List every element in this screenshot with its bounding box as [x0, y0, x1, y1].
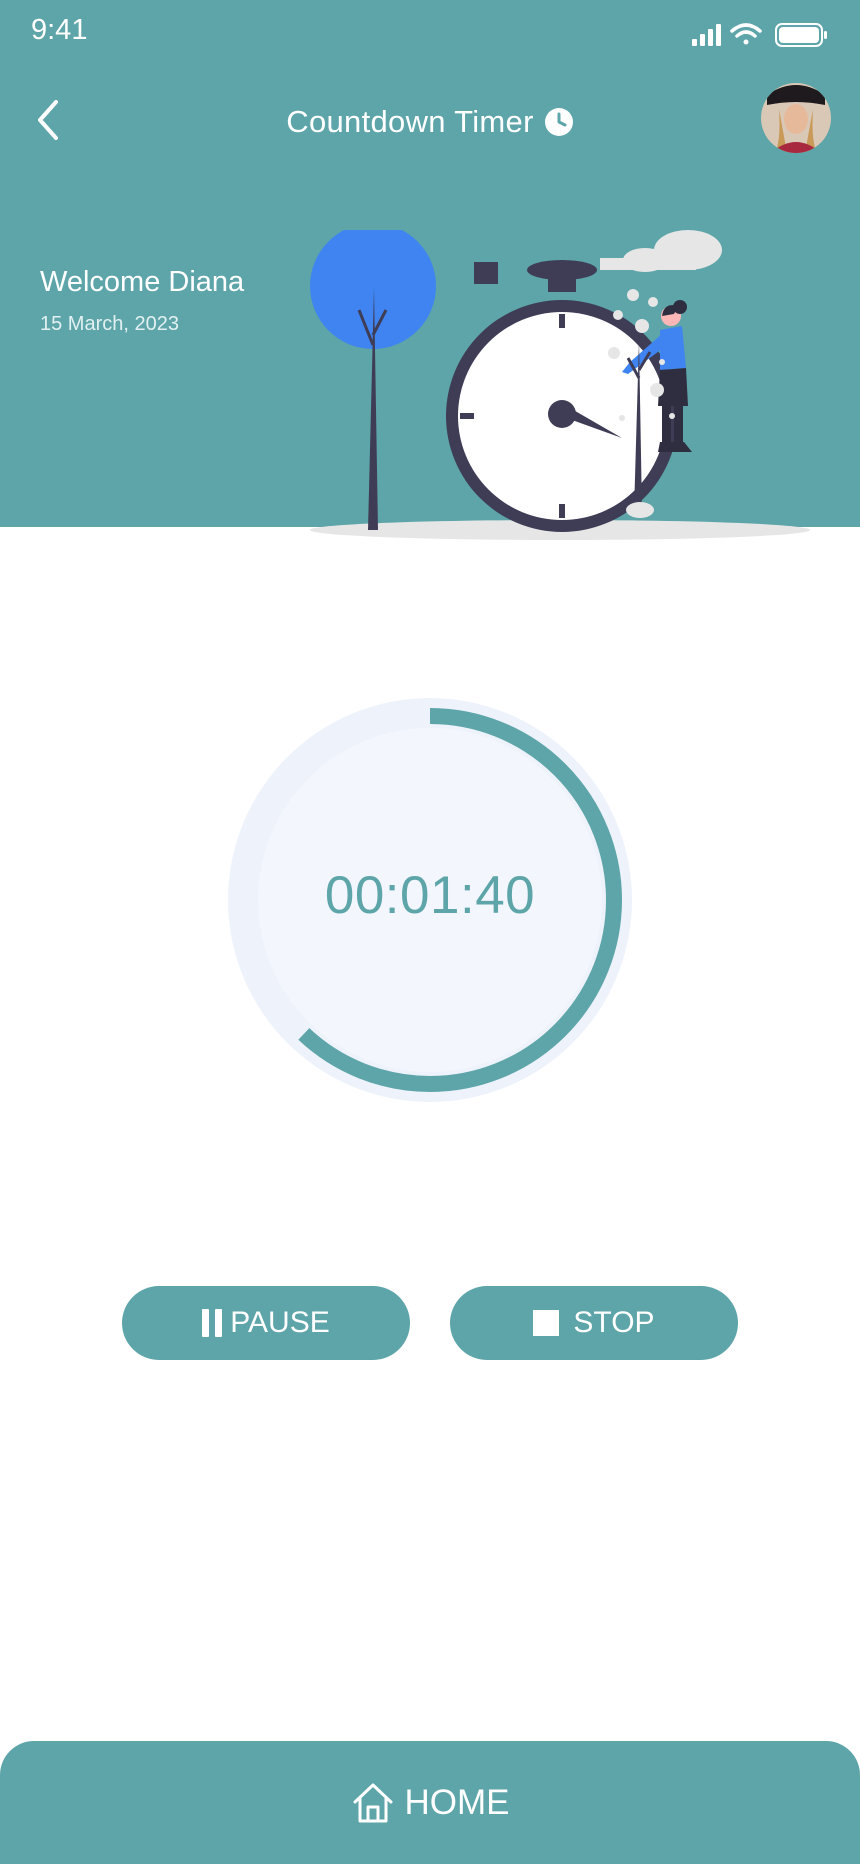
header: 9:41 Countdown Timer Welcome Diana 15 Ma…: [0, 0, 860, 540]
home-icon: [353, 1783, 392, 1822]
pause-icon: [202, 1309, 223, 1337]
timer-display: 00:01:40: [324, 866, 536, 925]
pause-button[interactable]: PAUSE: [122, 1286, 410, 1360]
stopwatch-illustration: [310, 230, 810, 540]
stop-label: STOP: [573, 1306, 655, 1339]
avatar[interactable]: [761, 83, 831, 153]
status-bar: 9:41: [0, 0, 860, 60]
home-label: HOME: [404, 1782, 510, 1822]
date-text: 15 March, 2023: [40, 313, 179, 335]
wifi-icon: [730, 23, 762, 45]
page-title: Countdown Timer: [286, 104, 534, 139]
tree-illustration: [310, 230, 436, 530]
battery-icon: [775, 23, 827, 47]
status-icons: [692, 23, 827, 47]
home-nav-button[interactable]: HOME: [0, 1741, 860, 1864]
stop-icon: [533, 1310, 560, 1336]
stopwatch-icon: [446, 260, 678, 532]
signal-icon: [692, 24, 721, 46]
welcome-text: Welcome Diana: [40, 266, 245, 298]
clock-icon: [544, 108, 573, 136]
stop-button[interactable]: STOP: [450, 1286, 738, 1360]
status-time: 9:41: [31, 14, 88, 46]
pause-label: PAUSE: [230, 1306, 330, 1339]
title-bar: Countdown Timer: [0, 100, 860, 144]
avatar-image: [761, 83, 831, 153]
